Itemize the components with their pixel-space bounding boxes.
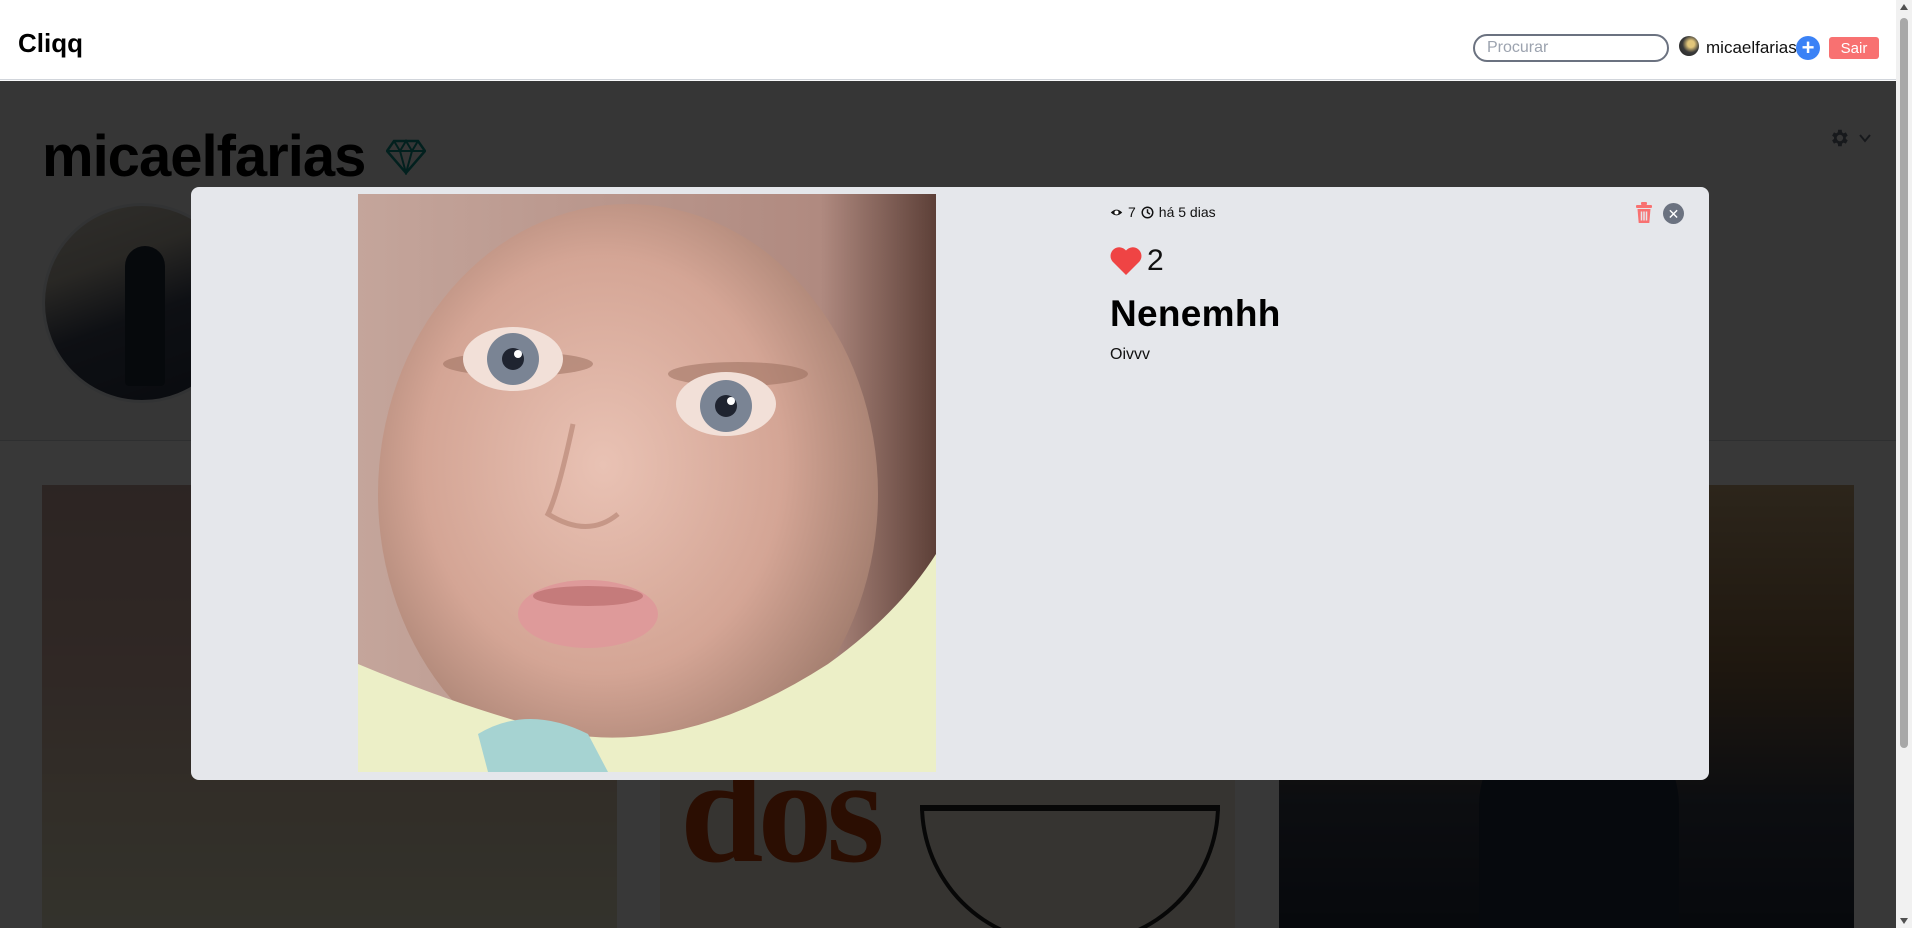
- posted-time: há 5 dias: [1158, 204, 1216, 220]
- close-button[interactable]: ✕: [1663, 203, 1684, 224]
- heart-icon[interactable]: [1109, 246, 1143, 276]
- post-meta: 7 há 5 dias: [1110, 204, 1216, 220]
- view-count: 7: [1128, 204, 1136, 220]
- plus-icon: +: [1801, 35, 1815, 60]
- header-username[interactable]: micaelfarias: [1706, 38, 1797, 58]
- trash-icon[interactable]: [1634, 202, 1654, 224]
- search-input[interactable]: [1473, 34, 1669, 62]
- scroll-up-arrow[interactable]: [1900, 4, 1908, 10]
- clock-icon: [1141, 205, 1154, 219]
- page-scrollbar[interactable]: [1896, 0, 1912, 928]
- scrollbar-thumb[interactable]: [1900, 18, 1908, 748]
- like-button[interactable]: 2: [1109, 244, 1164, 278]
- scroll-down-arrow[interactable]: [1900, 918, 1908, 924]
- post-description: Oivvv: [1110, 346, 1150, 363]
- brand-logo[interactable]: Cliqq: [18, 28, 83, 59]
- user-avatar[interactable]: [1679, 36, 1699, 56]
- like-count: 2: [1147, 244, 1164, 277]
- eye-icon: [1110, 209, 1123, 215]
- add-post-button[interactable]: +: [1796, 36, 1820, 60]
- top-navbar: Cliqq micaelfarias + Sair: [0, 0, 1896, 80]
- logout-button[interactable]: Sair: [1829, 37, 1879, 59]
- close-icon: ✕: [1667, 205, 1680, 222]
- post-title: Nenemhh: [1110, 293, 1281, 334]
- post-modal: 7 há 5 dias ✕ 2 Nenemhh Oivvv: [191, 187, 1709, 780]
- post-image: [358, 194, 936, 772]
